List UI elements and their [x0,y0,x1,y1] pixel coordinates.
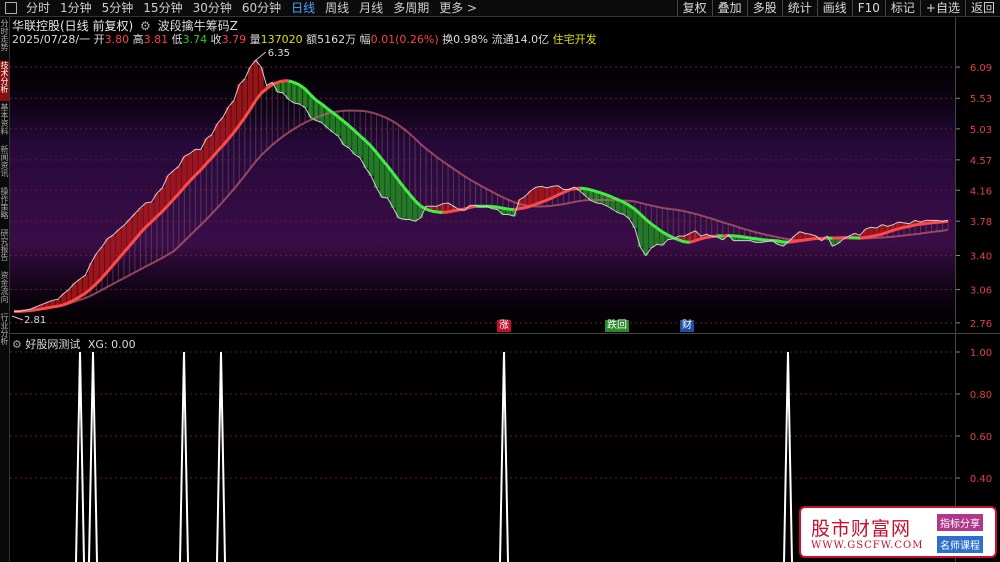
ma-fast-segment-160 [887,228,894,234]
ma-fast-segment-127 [706,235,712,239]
xg-signal-spike-4 [499,351,509,562]
ma-fast-segment-98 [546,196,554,202]
watermark-logo-text: 股市财富网 [811,518,912,540]
ma-fast-segment-5 [35,307,42,312]
ma-fast-segment-137 [761,238,767,242]
ma-fast-segment-105 [585,187,592,192]
sub-tick-label-3: 0.40 [970,474,992,485]
ma-fast-segment-155 [859,235,866,240]
ma-fast-segment-126 [700,235,707,241]
ma-fast-segment-158 [876,232,883,237]
ma-fast-segment-145 [804,237,811,242]
ma-fast-segment-166 [920,222,927,226]
ma-fast-segment-96 [535,200,542,206]
min-price-label: 2.81 [24,315,46,326]
ma-fast-segment-49 [277,79,284,84]
ma-fast-segment-6 [41,306,48,311]
ma-fast-segment-140 [777,239,784,244]
price-tick-label-4: 4.16 [970,186,992,197]
ma-fast-segment-8 [52,304,59,309]
watermark-tag-share: 指标分享 [937,514,983,531]
price-tick-label-8: 2.76 [970,319,992,330]
ma-fast-segment-4 [30,308,37,313]
sub-pane-header: ⚙ 好股网测试 XG: 0.00 [12,336,136,352]
ma-fast-segment-165 [914,222,921,227]
ma-fast-segment-162 [898,225,905,231]
price-axis-divider [955,17,956,562]
signal-badge-0[interactable]: 涨 [497,320,511,332]
ma-fast-segment-91 [508,207,515,212]
watermark-url: WWW.GSCFW.COM [811,540,924,551]
site-watermark: 股市财富网 WWW.GSCFW.COM 指标分享 名师课程 [799,506,997,558]
ma-fast-segment-88 [491,205,498,209]
max-price-label: 6.35 [268,48,290,59]
ma-fast-segment-78 [436,210,443,215]
ma-fast-segment-135 [750,236,756,241]
ma-fast-segment-77 [431,209,438,214]
ma-fast-segment-51 [288,79,295,84]
ma-fast-segment-133 [739,234,745,239]
settings-icon[interactable]: ⚙ [12,338,22,351]
ma-fast-segment-122 [678,238,685,244]
ma-fast-segment-163 [903,224,910,229]
ma-fast-segment-159 [881,230,889,236]
signal-badge-2[interactable]: 财 [680,320,694,332]
sub-tick-label-0: 1.00 [970,348,992,359]
sub-tick-label-2: 0.60 [970,432,992,443]
xg-signal-spike-0 [75,351,85,562]
ma-fast-segment-90 [502,206,509,211]
ma-fast-segment-81 [453,208,460,213]
xg-signal-spike-2 [179,351,189,562]
xg-value: XG: 0.00 [87,338,136,351]
price-tick-label-0: 6.09 [970,63,992,74]
ma-fast-segment-124 [689,239,696,244]
ma-fast-segment-143 [793,239,800,244]
pane-separator[interactable] [10,333,1000,334]
kline-chart[interactable]: 6.09 5.53 5.03 4.57 4.16 3.78 3.40 3.06 2.76 6.35… [0,0,1000,562]
ma-fast-segment-161 [892,227,899,232]
ma-fast-segment-157 [870,233,877,239]
ma-fast-segment-146 [810,237,817,241]
ma-fast-segment-76 [425,207,433,213]
price-tick-label-6: 3.40 [970,251,992,262]
ma-fast-segment-108 [601,191,608,197]
ma-fast-segment-93 [519,206,526,211]
xg-signal-spike-5 [783,351,793,562]
ma-fast-segment-95 [529,202,537,208]
ma-fast-segment-10 [62,301,70,307]
xg-signal-spike-1 [88,351,98,562]
price-tick-label-5: 3.78 [970,217,992,228]
ma-fast-segment-169 [936,220,943,224]
ma-fast-segment-97 [540,198,548,204]
ma-fast-segment-167 [925,221,932,226]
ma-fast-segment-107 [595,190,603,195]
ma-fast-segment-123 [684,240,690,244]
ma-fast-segment-94 [524,204,531,210]
sub-tick-label-1: 0.80 [970,390,992,401]
ma-fast-segment-144 [799,238,806,243]
ma-fast-segment-84 [469,204,476,209]
ma-fast-segment-164 [909,223,916,228]
watermark-tag-course: 名师课程 [937,536,983,553]
xg-signal-spike-3 [216,351,226,562]
ma-fast-segment-80 [447,209,454,214]
price-tick-label-7: 3.06 [970,286,992,297]
price-tick-label-1: 5.53 [970,94,992,105]
ma-fast-segment-134 [744,235,751,240]
ma-fast-segment-9 [57,303,64,308]
ma-fast-segment-106 [590,188,597,194]
signal-badge-1[interactable]: 跌回 [605,320,629,332]
price-tick-label-2: 5.03 [970,125,992,136]
ma-fast-segment-136 [755,237,762,242]
ma-fast-segment-156 [865,235,872,239]
ma-fast-segment-89 [497,205,504,210]
price-tick-label-3: 4.57 [970,156,992,167]
ma-fast-segment-7 [46,305,53,310]
ma-fast-segment-125 [694,237,702,243]
ma-fast-segment-110 [612,196,619,202]
sub-indicator-name[interactable]: 好股网测试 [25,338,80,351]
